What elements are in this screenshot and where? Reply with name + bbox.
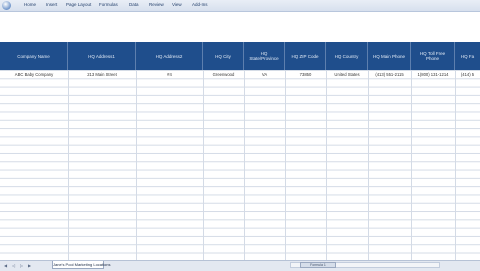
last-sheet-arrow-icon[interactable]: ▶ <box>28 263 31 268</box>
column-header-hq-fax[interactable]: HQ Fa <box>455 42 480 70</box>
column-header-hq-country[interactable]: HQ Country <box>326 42 368 70</box>
first-sheet-arrow-icon[interactable]: ◀ <box>4 263 7 268</box>
tab-data[interactable]: Data <box>129 2 139 7</box>
cell-hq-state[interactable]: VA <box>244 70 285 78</box>
grid-column-line <box>285 70 286 260</box>
grid-column-line <box>68 70 69 260</box>
ribbon-tab-bar: Home Insert Page Layout Formulas Data Re… <box>0 0 480 12</box>
cell-hq-zip[interactable]: 73850 <box>285 70 326 78</box>
cell-hq-address1[interactable]: 213 Main Street <box>68 70 136 78</box>
grid-column-line <box>136 70 137 260</box>
column-header-hq-address2[interactable]: HQ Address2 <box>136 42 203 70</box>
grid-column-line <box>203 70 204 260</box>
column-header-hq-state[interactable]: HQ State/Province <box>244 42 285 70</box>
horizontal-scroll-thumb[interactable]: Formula 1 <box>300 262 336 268</box>
office-button-icon[interactable] <box>2 1 11 10</box>
cell-hq-toll-free-phone[interactable]: 1(800) 131-1214 <box>411 70 455 78</box>
grid-column-line <box>244 70 245 260</box>
column-header-hq-city[interactable]: HQ City <box>203 42 244 70</box>
grid-column-line <box>455 70 456 260</box>
column-header-hq-main-phone[interactable]: HQ Main Phone <box>368 42 411 70</box>
cell-company-name[interactable]: ABC Baby Company <box>0 70 68 78</box>
tab-insert[interactable]: Insert <box>46 2 57 7</box>
tab-review[interactable]: Review <box>149 2 164 7</box>
tab-home[interactable]: Home <box>24 2 36 7</box>
cell-hq-city[interactable]: Greenwood <box>203 70 244 78</box>
column-header-hq-toll-free-phone[interactable]: HQ Toll Free Phone <box>411 42 455 70</box>
grid-column-line <box>326 70 327 260</box>
tab-formulas[interactable]: Formulas <box>99 2 118 7</box>
tab-page-layout[interactable]: Page Layout <box>66 2 91 7</box>
next-sheet-arrow-icon[interactable]: ▷ <box>20 263 23 268</box>
cell-hq-country[interactable]: United States <box>326 70 368 78</box>
grid-column-line <box>411 70 412 260</box>
sheet-tab-active[interactable]: Jane's Pool Marketing Locations <box>52 261 110 269</box>
cell-hq-address2[interactable]: #4 <box>136 70 203 78</box>
grid-column-line <box>368 70 369 260</box>
column-header-company-name[interactable]: Company Name <box>0 42 68 70</box>
column-header-hq-address1[interactable]: HQ Address1 <box>68 42 136 70</box>
cell-hq-main-phone[interactable]: (413) 551-2115 <box>368 70 411 78</box>
cell-hq-fax[interactable]: (414) 5 <box>455 70 480 78</box>
column-header-hq-zip[interactable]: HQ ZIP Code <box>285 42 326 70</box>
tab-add-ins[interactable]: Add-Ins <box>192 2 208 7</box>
tab-view[interactable]: View <box>172 2 182 7</box>
spreadsheet-grid[interactable] <box>0 70 480 260</box>
prev-sheet-arrow-icon[interactable]: ◁ <box>12 263 15 268</box>
ribbon-panel <box>0 12 480 42</box>
